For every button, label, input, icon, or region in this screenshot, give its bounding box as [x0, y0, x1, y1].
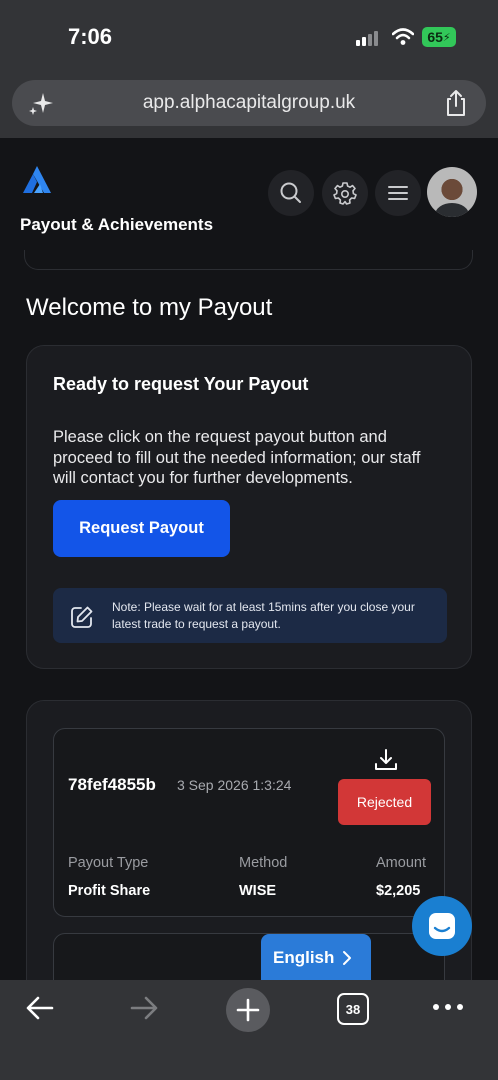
note-box: Note: Please wait for at least 15mins af… — [53, 588, 447, 643]
tabs-button[interactable]: 38 — [337, 993, 369, 1025]
chat-button[interactable] — [412, 896, 472, 956]
search-button[interactable] — [268, 170, 314, 216]
welcome-heading: Welcome to my Payout — [26, 294, 273, 321]
chevron-right-icon — [343, 950, 352, 965]
amount-label: Amount — [376, 855, 426, 871]
status-time: 7:06 — [68, 24, 113, 49]
battery-indicator: 65 ⚡ — [422, 27, 456, 47]
payout-date: 3 Sep 2026 1:3:24 — [177, 777, 292, 793]
menu-icon — [388, 186, 408, 200]
payout-item-next — [53, 933, 445, 980]
share-icon[interactable] — [444, 89, 468, 117]
avatar[interactable] — [427, 167, 477, 217]
tab-count: 38 — [345, 1001, 361, 1017]
forward-icon[interactable] — [128, 992, 160, 1024]
url-text[interactable]: app.alphacapitalgroup.uk — [12, 92, 486, 114]
gear-icon — [333, 182, 357, 205]
payout-id: 78fef4855b — [68, 775, 156, 794]
edit-icon — [71, 606, 93, 628]
new-tab-button[interactable] — [226, 988, 270, 1032]
method-label: Method — [239, 855, 288, 871]
wifi-icon — [392, 28, 414, 45]
amount-value: $2,205 — [376, 883, 421, 899]
settings-button[interactable] — [322, 170, 368, 216]
chat-icon — [429, 913, 455, 939]
method-value: WISE — [239, 883, 277, 899]
payout-type-label: Payout Type — [68, 855, 149, 871]
download-icon[interactable] — [373, 747, 399, 773]
note-text: Note: Please wait for at least 15mins af… — [112, 600, 415, 631]
menu-button[interactable] — [375, 170, 421, 216]
previous-card-edge — [24, 250, 473, 270]
search-icon — [280, 182, 301, 203]
logo-icon[interactable] — [20, 162, 54, 196]
language-label: English — [273, 947, 335, 967]
request-payout-card: Ready to request Your Payout Please clic… — [26, 345, 472, 669]
back-icon[interactable] — [24, 992, 56, 1024]
page-title: Payout & Achievements — [20, 215, 214, 234]
payout-history-card: 78fef4855b 3 Sep 2026 1:3:24 Rejected Pa… — [26, 700, 472, 980]
status-badge: Rejected — [338, 779, 431, 825]
signal-icon — [356, 31, 378, 46]
payout-type-value: Profit Share — [68, 883, 151, 899]
payout-item: 78fef4855b 3 Sep 2026 1:3:24 Rejected Pa… — [53, 728, 445, 917]
avatar-body — [435, 203, 469, 217]
request-card-title: Ready to request Your Payout — [53, 374, 309, 394]
url-bar[interactable]: app.alphacapitalgroup.uk — [12, 80, 486, 126]
more-icon[interactable] — [432, 1002, 464, 1012]
browser-toolbar: app.alphacapitalgroup.uk — [0, 72, 498, 138]
language-button[interactable]: English — [261, 934, 371, 980]
battery-level: 65 — [427, 29, 443, 45]
new-tab-icon — [236, 998, 260, 1022]
status-bar: 7:06 65 ⚡ — [0, 0, 498, 72]
request-payout-button[interactable]: Request Payout — [53, 500, 230, 557]
request-card-description: Please click on the request payout butto… — [53, 428, 421, 487]
browser-bottom-bar: 38 — [0, 980, 498, 1080]
web-page: Payout & Achievements Welcome to my Payo… — [0, 138, 498, 980]
